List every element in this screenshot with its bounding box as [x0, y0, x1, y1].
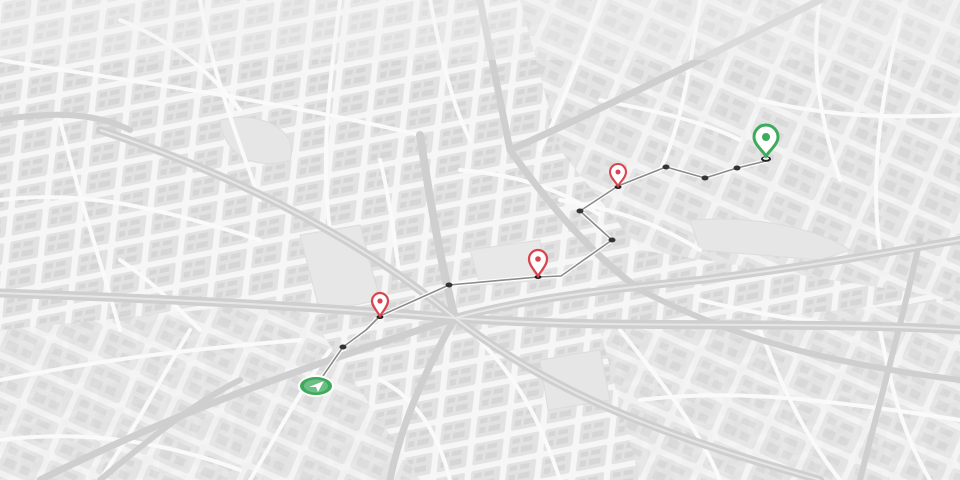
route-waypoint-dot — [576, 208, 584, 214]
city-map[interactable] — [0, 0, 960, 480]
route-waypoint-dot — [662, 164, 670, 170]
top-haze — [0, 0, 960, 60]
route-waypoint-dot — [445, 282, 453, 288]
route-waypoint-dot — [733, 165, 741, 171]
route-waypoint-dot — [339, 344, 347, 350]
route-waypoint-dot — [608, 237, 616, 243]
start-marker[interactable] — [298, 375, 334, 397]
route-waypoint-dot — [701, 175, 709, 181]
